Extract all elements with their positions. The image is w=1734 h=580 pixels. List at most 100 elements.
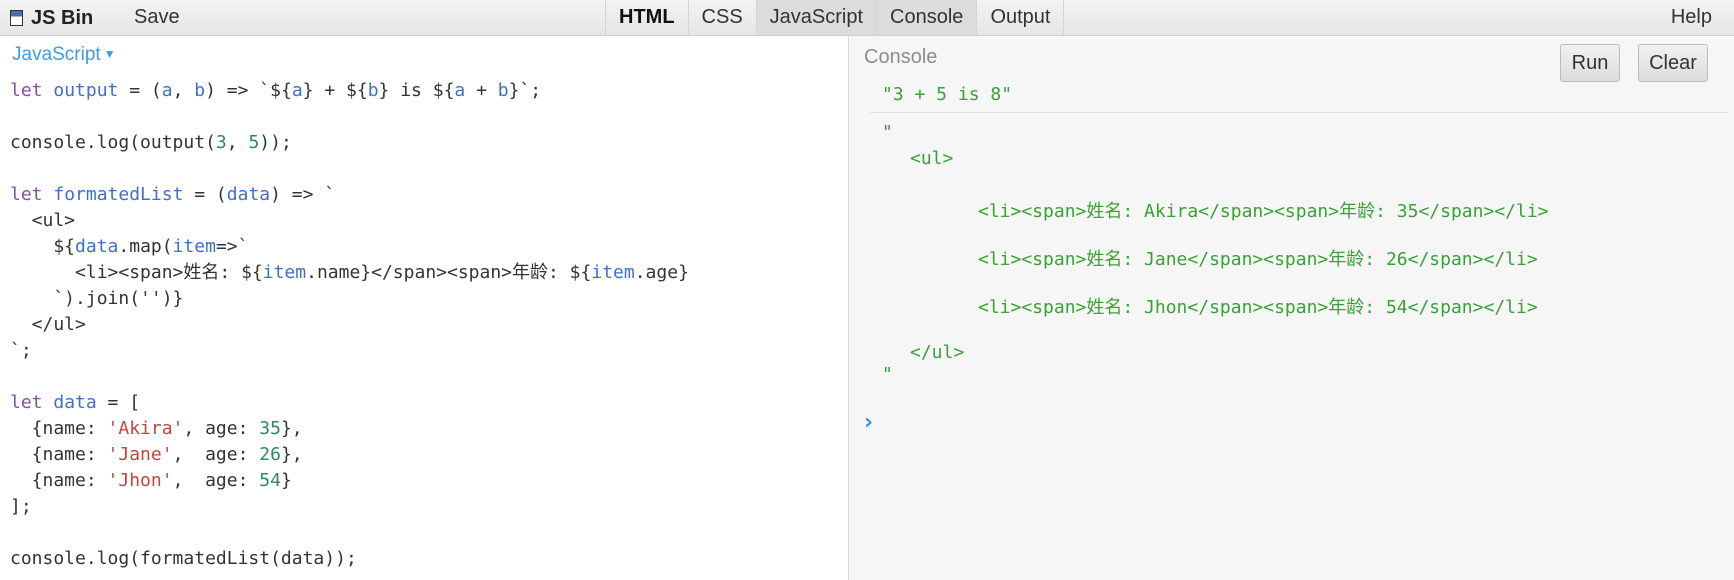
code-line: let data = [ <box>10 390 838 416</box>
console-divider <box>870 112 1728 113</box>
code-token: 3 <box>215 132 227 153</box>
code-line: ${data.map(item=>` <box>10 234 838 260</box>
jsbin-logo[interactable]: JS Bin <box>10 6 94 29</box>
language-selector[interactable]: JavaScript ▼ <box>12 44 116 66</box>
console-ul-close: </ul> <box>910 342 965 363</box>
code-token: </ul> <box>10 314 86 335</box>
code-token: a <box>291 80 303 101</box>
code-token: + <box>465 80 498 101</box>
code-token: .map( <box>118 236 173 257</box>
code-token: output <box>53 80 119 101</box>
code-token: {name: <box>10 418 108 439</box>
console-output-line: "3 + 5 is 8" <box>882 84 1013 105</box>
tab-console[interactable]: Console <box>876 0 977 35</box>
code-token: 'Jhon' <box>107 470 173 491</box>
code-token: 26 <box>259 444 281 465</box>
code-line: `; <box>10 338 838 364</box>
panel-tabs: HTML CSS JavaScript Console Output <box>605 0 1065 35</box>
code-token: 'Jane' <box>107 444 173 465</box>
jsbin-logo-icon <box>10 10 23 26</box>
code-line: let output = (a, b) => `${a} + ${b} is $… <box>10 78 838 104</box>
run-button[interactable]: Run <box>1560 44 1620 82</box>
code-token: b <box>367 80 379 101</box>
code-token: } is ${ <box>378 80 455 101</box>
code-token: console.log(output( <box>10 132 216 153</box>
tab-javascript[interactable]: JavaScript <box>755 0 877 35</box>
code-token: {name: <box>10 470 108 491</box>
code-token: } <box>280 470 292 491</box>
tab-output[interactable]: Output <box>976 0 1065 35</box>
code-token: , age: <box>183 418 260 439</box>
language-label: JavaScript <box>12 44 101 65</box>
code-token: let <box>10 392 54 413</box>
code-token: data <box>75 236 119 257</box>
code-token: `).join('')} <box>10 288 184 309</box>
code-token: = ( <box>183 184 227 205</box>
code-token: =>` <box>215 236 249 257</box>
code-token: ) => `${ <box>205 80 292 101</box>
code-token: formatedList <box>53 184 184 205</box>
code-line: </ul> <box>10 312 838 338</box>
javascript-editor-panel[interactable]: JavaScript ▼ let output = (a, b) => `${a}… <box>0 36 849 580</box>
code-line: <li><span>姓名: ${item.name}</span><span>年… <box>10 260 838 286</box>
code-token: = [ <box>96 392 141 413</box>
console-quote-close: " <box>882 364 893 385</box>
code-token: 5 <box>248 132 260 153</box>
code-token: .name}</span><span>年龄: ${ <box>306 262 592 283</box>
code-token: data <box>53 392 97 413</box>
code-token: 54 <box>259 470 281 491</box>
code-token: item <box>172 236 216 257</box>
code-token: } + ${ <box>302 80 368 101</box>
code-token: )); <box>259 132 292 153</box>
code-token: = ( <box>118 80 162 101</box>
code-token: , <box>172 80 195 101</box>
console-prompt-icon[interactable]: › <box>864 410 873 435</box>
code-editor[interactable]: let output = (a, b) => `${a} + ${b} is $… <box>10 78 838 572</box>
console-li-item: <li><span>姓名: Jhon</span><span>年龄: 54</s… <box>978 297 1538 318</box>
code-token: 35 <box>259 418 281 439</box>
code-line: let formatedList = (data) => ` <box>10 182 838 208</box>
code-line: {name: 'Akira', age: 35}, <box>10 416 838 442</box>
code-token: <ul> <box>10 210 76 231</box>
code-token: .age} <box>634 262 689 283</box>
code-token: , age: <box>172 444 260 465</box>
code-token: ${ <box>10 236 76 257</box>
code-token: b <box>497 80 509 101</box>
save-button[interactable]: Save <box>134 6 180 29</box>
app-name: JS Bin <box>31 6 94 29</box>
code-token: {name: <box>10 444 108 465</box>
toolbar: JS Bin Save HTML CSS JavaScript Console … <box>0 0 1734 36</box>
console-li-item: <li><span>姓名: Akira</span><span>年龄: 35</… <box>978 201 1549 222</box>
code-token: let <box>10 80 54 101</box>
help-button[interactable]: Help <box>1671 6 1712 29</box>
console-label: Console <box>864 46 938 68</box>
code-token: let <box>10 184 54 205</box>
code-token: ) => ` <box>270 184 336 205</box>
tab-html[interactable]: HTML <box>605 0 688 35</box>
clear-button[interactable]: Clear <box>1638 44 1708 82</box>
code-token: , age: <box>172 470 260 491</box>
code-token: item <box>591 262 635 283</box>
tab-css[interactable]: CSS <box>687 0 756 35</box>
console-quote-open: " <box>882 122 893 143</box>
code-line: {name: 'Jhon', age: 54} <box>10 468 838 494</box>
code-token: }`; <box>508 80 542 101</box>
code-line: ]; <box>10 494 838 520</box>
code-token: <li><span>姓名: ${ <box>10 262 263 283</box>
code-token: ]; <box>10 496 32 517</box>
code-token: }, <box>280 444 303 465</box>
code-token: 'Akira' <box>107 418 184 439</box>
code-line: console.log(formatedList(data)); <box>10 546 838 572</box>
code-line: console.log(output(3, 5)); <box>10 130 838 156</box>
console-ul-open: <ul> <box>910 148 954 169</box>
code-token: , <box>226 132 249 153</box>
code-token: }, <box>280 418 303 439</box>
code-token: item <box>262 262 307 283</box>
code-token: data <box>226 184 271 205</box>
code-token: b <box>194 80 206 101</box>
code-line: `).join('')} <box>10 286 838 312</box>
